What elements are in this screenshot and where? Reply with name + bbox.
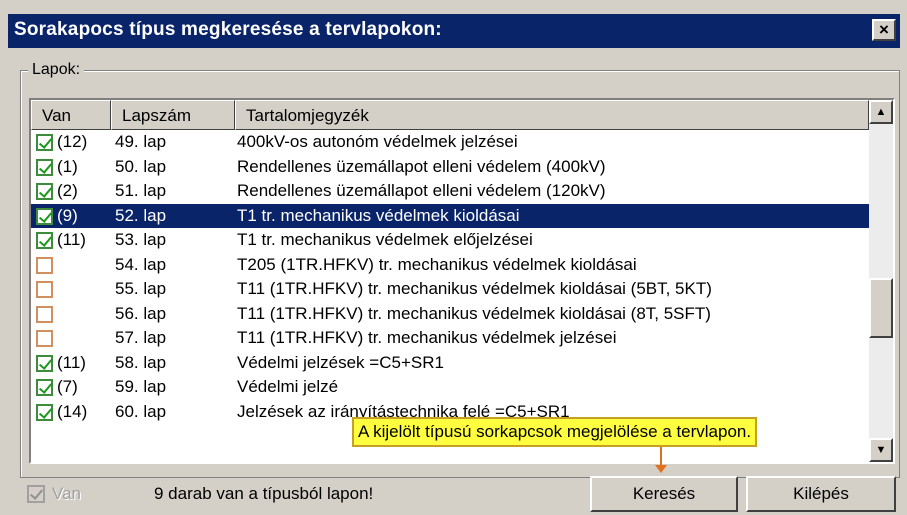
row-checkbox[interactable]	[36, 158, 53, 176]
row-count: (2)	[57, 181, 78, 200]
row-tartalom: T1 tr. mechanikus védelmek kioldásai	[237, 205, 520, 225]
row-lapszam: 49. lap	[115, 132, 167, 151]
list-row[interactable]: 54. lap T205 (1TR.HFKV) tr. mechanikus vé…	[31, 253, 869, 278]
tooltip-arrow-icon	[655, 465, 667, 473]
list-header: Van Lapszám Tartalomjegyzék	[31, 100, 869, 130]
row-checkbox[interactable]	[36, 232, 53, 249]
row-count: (1)	[57, 156, 78, 176]
row-checkbox[interactable]	[36, 403, 53, 421]
row-count: (14)	[57, 401, 88, 421]
row-lapszam: 58. lap	[115, 352, 167, 372]
row-lapszam: 52. lap	[115, 205, 167, 225]
row-tartalom: T11 (1TR.HFKV) tr. mechanikus védelmek j…	[237, 328, 617, 347]
dialog-window: Sorakapocs típus megkeresése a tervlapok…	[0, 0, 907, 515]
row-checkbox[interactable]	[36, 330, 53, 347]
list-row[interactable]: (9) 52. lap T1 tr. mechanikus védelmek kio…	[31, 203, 869, 228]
scroll-up-button[interactable]: ▲	[869, 100, 893, 124]
van-checkbox[interactable]	[27, 485, 45, 503]
van-checkbox-label: Van	[52, 484, 81, 503]
status-text: 9 darab van a típusból lapon!	[154, 484, 374, 503]
list-row[interactable]: (7) 59. lap Védelmi jelzé	[31, 375, 869, 400]
row-checkbox[interactable]	[36, 379, 53, 396]
row-count: (11)	[57, 230, 86, 249]
list-row[interactable]: 57. lap T11 (1TR.HFKV) tr. mechanikus véd…	[31, 326, 869, 351]
exit-button[interactable]: Kilépés	[746, 476, 896, 512]
row-tartalom: Védelmi jelzések =C5+SR1	[237, 352, 444, 372]
row-checkbox[interactable]	[36, 134, 53, 151]
list-row[interactable]: (11) 58. lap Védelmi jelzések =C5+SR1	[31, 351, 869, 376]
row-tartalom: Védelmi jelzé	[237, 377, 339, 396]
row-checkbox[interactable]	[36, 281, 53, 298]
row-tartalom: Rendellenes üzemállapot elleni védelem (…	[237, 156, 606, 176]
row-lapszam: 53. lap	[115, 230, 167, 249]
row-tartalom: Rendellenes üzemállapot elleni védelem (…	[237, 181, 606, 200]
row-count: (12)	[57, 132, 88, 151]
tooltip-arrow-line	[660, 447, 662, 467]
row-checkbox[interactable]	[36, 256, 53, 274]
row-lapszam: 59. lap	[115, 377, 167, 396]
list-row[interactable]: (12) 49. lap 400kV-os autonóm védelmek jel…	[31, 130, 869, 155]
list-rows: (12) 49. lap 400kV-os autonóm védelmek jel…	[31, 130, 869, 424]
row-tartalom: T1 tr. mechanikus védelmek előjelzései	[237, 230, 533, 249]
window-title: Sorakapocs típus megkeresése a tervlapok…	[14, 19, 442, 40]
row-checkbox[interactable]	[36, 305, 53, 323]
list-row[interactable]: (2) 51. lap Rendellenes üzemállapot elleni…	[31, 179, 869, 204]
column-header-tartalomjegyzek[interactable]: Tartalomjegyzék	[235, 100, 869, 130]
list-row[interactable]: (11) 53. lap T1 tr. mechanikus védelmek el…	[31, 228, 869, 253]
list-row[interactable]: 56. lap T11 (1TR.HFKV) tr. mechanikus véd…	[31, 302, 869, 327]
row-tartalom: T11 (1TR.HFKV) tr. mechanikus védelmek k…	[237, 303, 711, 323]
row-tartalom: T205 (1TR.HFKV) tr. mechanikus védelmek …	[237, 254, 637, 274]
list-row[interactable]: 55. lap T11 (1TR.HFKV) tr. mechanikus véd…	[31, 277, 869, 302]
vertical-scrollbar[interactable]: ▲ ▼	[869, 100, 893, 462]
list-row[interactable]: (1) 50. lap Rendellenes üzemállapot elleni…	[31, 155, 869, 180]
row-lapszam: 51. lap	[115, 181, 167, 200]
search-tooltip: A kijelölt típusú sorkapcsok megjelölése…	[352, 417, 758, 447]
search-button[interactable]: Keresés	[590, 476, 738, 512]
row-tartalom: T11 (1TR.HFKV) tr. mechanikus védelmek k…	[237, 279, 712, 298]
row-lapszam: 54. lap	[115, 254, 167, 274]
row-checkbox[interactable]	[36, 183, 53, 200]
row-lapszam: 60. lap	[115, 401, 167, 421]
column-header-van[interactable]: Van	[31, 100, 111, 130]
title-bar: Sorakapocs típus megkeresése a tervlapok…	[8, 14, 900, 48]
row-lapszam: 56. lap	[115, 303, 167, 323]
scrollbar-thumb[interactable]	[869, 278, 893, 338]
row-lapszam: 55. lap	[115, 279, 167, 298]
column-header-lapszam[interactable]: Lapszám	[111, 100, 235, 130]
row-lapszam: 57. lap	[115, 328, 167, 347]
row-checkbox[interactable]	[36, 207, 53, 225]
scroll-down-button[interactable]: ▼	[869, 438, 893, 462]
close-button[interactable]: ×	[872, 19, 896, 41]
row-lapszam: 50. lap	[115, 156, 167, 176]
lapok-group-label: Lapok:	[28, 61, 85, 79]
row-tartalom: 400kV-os autonóm védelmek jelzései	[237, 132, 518, 151]
sheet-list[interactable]: Van Lapszám Tartalomjegyzék (12) 49. lap 4…	[29, 98, 895, 464]
row-count: (7)	[57, 377, 78, 396]
row-checkbox[interactable]	[36, 354, 53, 372]
row-count: (9)	[57, 205, 78, 225]
row-count: (11)	[57, 352, 86, 372]
